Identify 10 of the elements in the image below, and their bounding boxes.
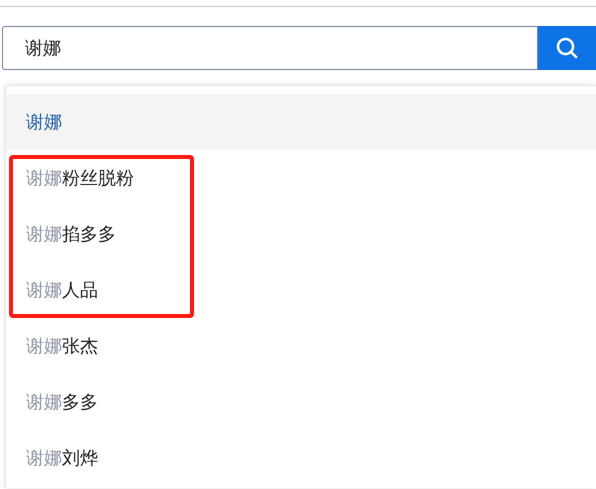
search-button[interactable] — [538, 26, 596, 70]
suggestion-item[interactable]: 谢娜 — [6, 94, 596, 150]
suggestion-item[interactable]: 谢娜张杰 — [6, 318, 596, 374]
search-icon — [556, 37, 578, 59]
suggestion-item[interactable]: 谢娜掐多多 — [6, 206, 596, 262]
suggestion-item[interactable]: 谢娜刘烨 — [6, 430, 596, 486]
suggestion-item[interactable]: 谢娜多多 — [6, 374, 596, 430]
suggestion-item[interactable]: 谢娜粉丝脱粉 — [6, 150, 596, 206]
search-field[interactable]: 谢娜 — [2, 26, 538, 70]
suggestion-item[interactable]: 谢娜人品 — [6, 262, 596, 318]
